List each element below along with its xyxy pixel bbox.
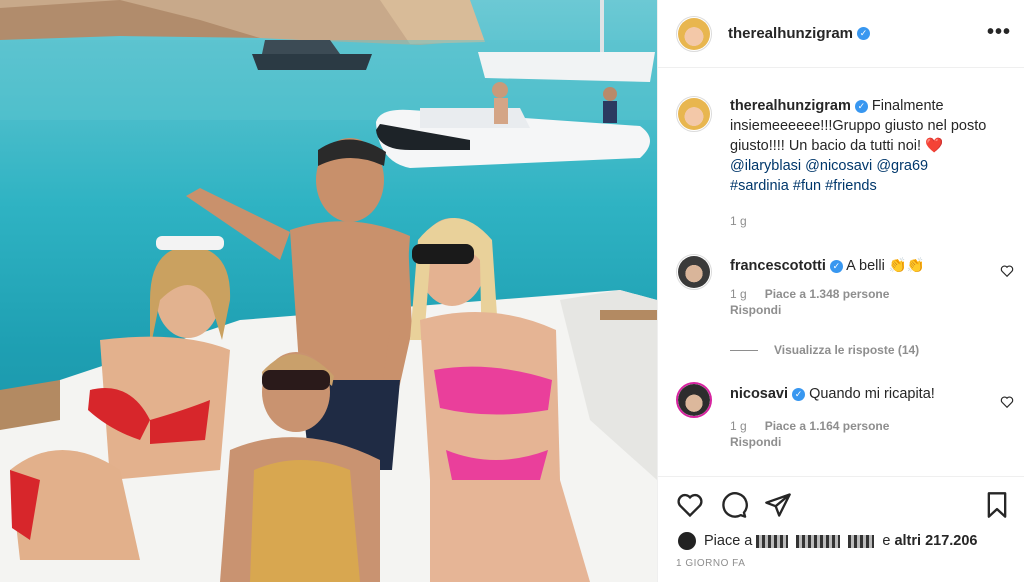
- author-username[interactable]: therealhunzigram: [728, 25, 853, 42]
- likes-prefix: Piace a: [704, 533, 753, 549]
- caption-timestamp[interactable]: 1 g: [730, 214, 747, 228]
- blurred-username: [756, 534, 789, 548]
- replies-divider-line: [730, 349, 758, 351]
- comment-like-heart-icon[interactable]: [1000, 264, 1014, 278]
- share-icon[interactable]: [764, 491, 792, 519]
- caption-author-avatar[interactable]: [676, 96, 712, 132]
- comment-meta: 1 g Piace a 1.164 persone Rispondi: [730, 418, 935, 450]
- reply-button[interactable]: Rispondi: [730, 302, 925, 318]
- avatar-image: [678, 256, 710, 288]
- comment-text: A belli 👏👏: [846, 258, 925, 274]
- liker-avatar: [676, 530, 698, 552]
- comment-likes-count[interactable]: Piace a 1.164 persone: [765, 419, 890, 433]
- verified-badge-icon: ✓: [829, 259, 843, 273]
- comment-text-block: nicosavi ✓ Quando mi ricapita! 1 g Piace a…: [730, 382, 935, 450]
- view-replies-label: Visualizza le risposte (14): [774, 343, 920, 357]
- commenter-avatar[interactable]: [676, 382, 712, 418]
- post-time-ago[interactable]: 1 GIORNO FA: [676, 558, 745, 569]
- commenter-username[interactable]: nicosavi: [730, 386, 788, 402]
- hashtag-fun[interactable]: #fun: [793, 178, 821, 194]
- view-replies-button[interactable]: Visualizza le risposte (14): [730, 343, 919, 357]
- comment-timestamp[interactable]: 1 g: [730, 287, 747, 301]
- likes-others-count[interactable]: altri 217.206: [894, 533, 977, 549]
- comment-icon[interactable]: [720, 491, 748, 519]
- mention-gra69[interactable]: @gra69: [876, 158, 928, 174]
- blurred-username: [796, 534, 841, 548]
- avatar-image: [678, 98, 710, 130]
- likes-conjunction: e: [882, 533, 891, 549]
- post-photo[interactable]: [0, 0, 657, 582]
- mention-ilaryblasi[interactable]: @ilaryblasi: [730, 158, 801, 174]
- commenter-username[interactable]: francescototti: [730, 258, 826, 274]
- heart-icon[interactable]: [676, 491, 704, 519]
- likes-summary[interactable]: Piace a e altri 217.206: [676, 530, 978, 552]
- verified-badge-icon: ✓: [857, 26, 871, 40]
- blurred-username: [848, 534, 875, 548]
- hashtag-sardinia[interactable]: #sardinia: [730, 178, 789, 194]
- comment-likes-count[interactable]: Piace a 1.348 persone: [765, 287, 890, 301]
- comment-timestamp[interactable]: 1 g: [730, 419, 747, 433]
- hashtag-friends[interactable]: #friends: [825, 178, 877, 194]
- avatar-image: [678, 384, 710, 416]
- comment-meta: 1 g Piace a 1.348 persone Rispondi: [730, 286, 925, 318]
- post-header: therealhunzigram ✓ •••: [658, 0, 1024, 68]
- avatar-image: [678, 17, 710, 50]
- post-side-panel: therealhunzigram ✓ ••• therealhunzigram ✓ …: [657, 0, 1024, 582]
- post-caption: therealhunzigram ✓ Finalmente insiemeeeee…: [676, 96, 1016, 196]
- mention-nicosavi[interactable]: @nicosavi: [805, 158, 872, 174]
- comment-text-block: francescototti ✓ A belli 👏👏 1 g Piace a 1.…: [730, 254, 925, 318]
- bookmark-icon[interactable]: [983, 491, 1011, 519]
- caption-author-username[interactable]: therealhunzigram: [730, 98, 851, 114]
- more-options-button[interactable]: •••: [987, 22, 1011, 42]
- verified-badge-icon: ✓: [854, 99, 868, 113]
- caption-text-block: therealhunzigram ✓ Finalmente insiemeeeee…: [730, 96, 1016, 196]
- author-avatar[interactable]: [676, 15, 712, 52]
- comment-text: Quando mi ricapita!: [809, 386, 935, 402]
- comment-like-heart-icon[interactable]: [1000, 395, 1014, 409]
- commenter-avatar[interactable]: [676, 254, 712, 290]
- reply-button[interactable]: Rispondi: [730, 434, 935, 450]
- photo-illustration: [0, 0, 657, 582]
- comment-item: nicosavi ✓ Quando mi ricapita! 1 g Piace a…: [676, 382, 1016, 450]
- author-username-link[interactable]: therealhunzigram ✓: [728, 25, 871, 43]
- verified-badge-icon: ✓: [792, 387, 806, 401]
- comment-item: francescototti ✓ A belli 👏👏 1 g Piace a 1.…: [676, 254, 1016, 318]
